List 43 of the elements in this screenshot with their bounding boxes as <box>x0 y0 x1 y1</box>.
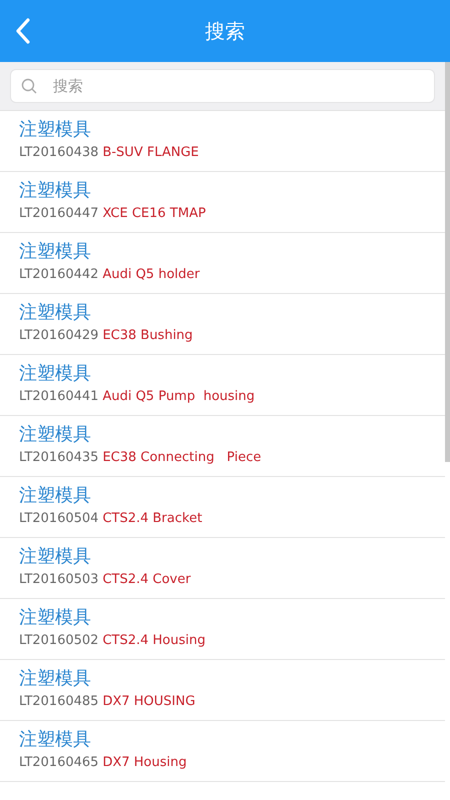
item-code: LT20160438 <box>19 144 99 161</box>
item-name: DX7 HOUSING <box>102 693 196 710</box>
item-category: 注塑模具 <box>19 668 91 690</box>
item-code: LT20160503 <box>19 571 99 588</box>
back-icon <box>15 18 31 44</box>
item-name: DX7 Housing <box>102 754 187 771</box>
item-code: LT20160485 <box>19 693 99 710</box>
item-category: 注塑模具 <box>19 424 91 446</box>
item-category: 注塑模具 <box>19 607 91 629</box>
item-code: LT20160502 <box>19 632 99 649</box>
result-item[interactable]: 注塑模具 LT20160502 CTS2.4 Housing <box>0 599 445 660</box>
item-category: 注塑模具 <box>19 546 91 568</box>
item-category: 注塑模具 <box>19 180 91 202</box>
item-name: B-SUV FLANGE <box>102 144 199 161</box>
item-category: 注塑模具 <box>19 302 91 324</box>
item-code: LT20160442 <box>19 266 99 283</box>
result-item[interactable]: 注塑模具 LT20160485 DX7 HOUSING <box>0 660 445 721</box>
search-icon <box>21 78 37 94</box>
search-field[interactable]: 搜索 <box>10 69 435 103</box>
page-title: 搜索 <box>205 18 245 44</box>
result-item[interactable]: 注塑模具 LT20160503 CTS2.4 Cover <box>0 538 445 599</box>
item-code: LT20160441 <box>19 388 99 405</box>
item-code: LT20160435 <box>19 449 99 466</box>
item-name: CTS2.4 Housing <box>102 632 206 649</box>
result-item[interactable]: 注塑模具 LT20160504 CTS2.4 Bracket <box>0 477 445 538</box>
item-name: CTS2.4 Cover <box>102 571 191 588</box>
item-code: LT20160465 <box>19 754 99 771</box>
result-item[interactable]: 注塑模具 LT20160435 EC38 Connecting Piece <box>0 416 445 477</box>
item-category: 注塑模具 <box>19 485 91 507</box>
item-name: XCE CE16 TMAP <box>102 205 206 222</box>
item-name: Audi Q5 Pump housing <box>102 388 255 405</box>
item-category: 注塑模具 <box>19 241 91 263</box>
item-name: EC38 Bushing <box>102 327 193 344</box>
item-name: EC38 Connecting Piece <box>102 449 262 466</box>
item-category: 注塑模具 <box>19 119 91 141</box>
item-code: LT20160429 <box>19 327 99 344</box>
item-code: LT20160447 <box>19 205 99 222</box>
result-item[interactable]: 注塑模具 LT20160465 DX7 Housing <box>0 721 445 782</box>
item-name: CTS2.4 Bracket <box>102 510 202 527</box>
item-code: LT20160504 <box>19 510 99 527</box>
item-name: Audi Q5 holder <box>102 266 200 283</box>
item-category: 注塑模具 <box>19 729 91 751</box>
item-category: 注塑模具 <box>19 363 91 385</box>
